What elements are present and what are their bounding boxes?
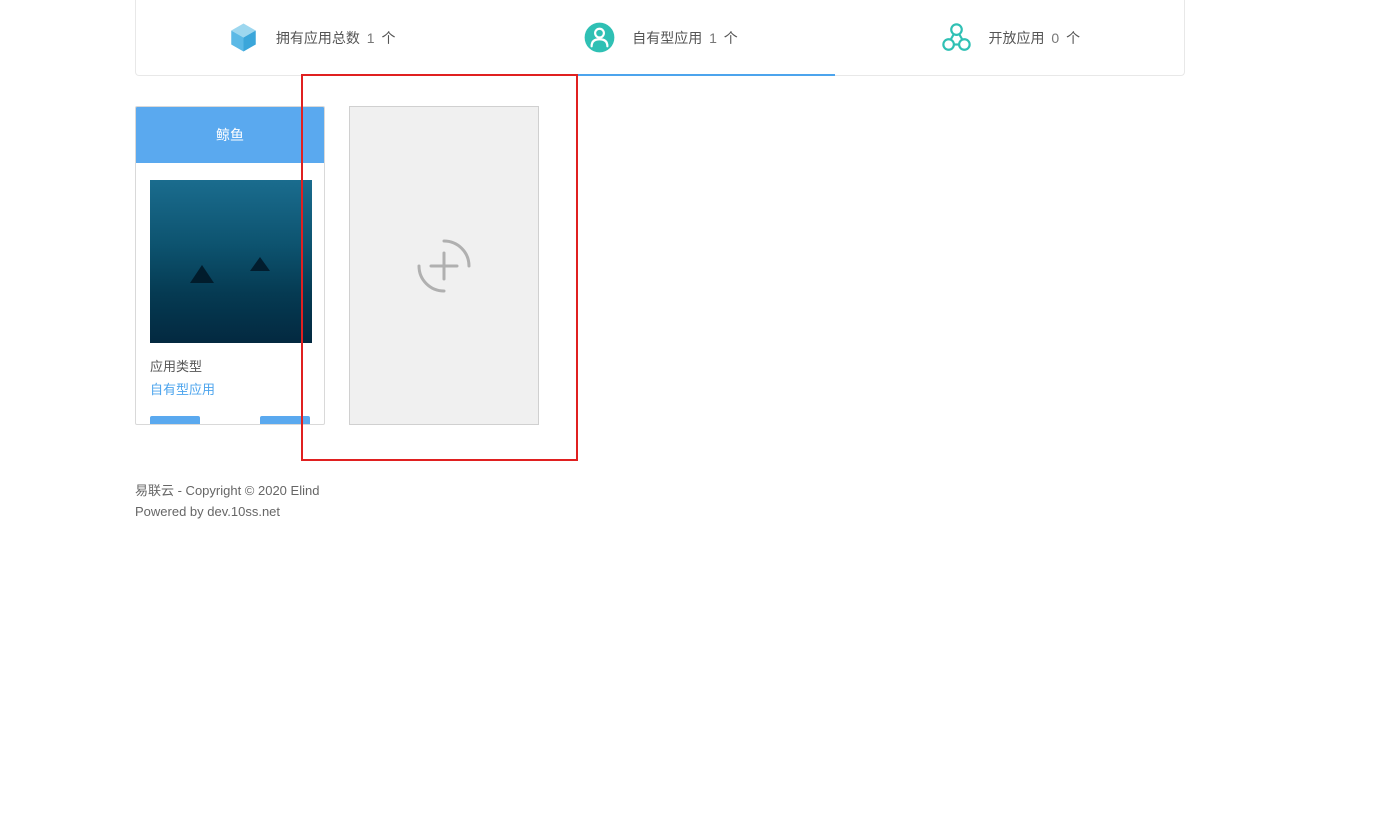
- stats-open-tab[interactable]: 开放应用 0 个: [835, 0, 1184, 75]
- app-thumbnail: [150, 180, 312, 343]
- app-card: 鲸鱼 应用类型 自有型应用 删除 查看: [135, 106, 325, 425]
- stats-owned-count: 1: [709, 30, 717, 46]
- stats-total-text: 拥有应用总数 1 个: [276, 28, 396, 48]
- nodes-icon: [939, 20, 974, 55]
- app-card-body: 应用类型 自有型应用 删除 查看: [136, 163, 324, 425]
- add-app-card[interactable]: [349, 106, 539, 425]
- stats-owned-prefix: 自有型应用: [632, 30, 702, 46]
- app-card-title: 鲸鱼: [136, 107, 324, 163]
- app-actions: 删除 查看: [150, 416, 310, 425]
- stats-owned-text: 自有型应用 1 个: [632, 28, 738, 48]
- cube-icon: [226, 20, 261, 55]
- app-meta-value: 自有型应用: [150, 379, 310, 398]
- user-icon: [582, 20, 617, 55]
- stats-open-suffix: 个: [1066, 30, 1080, 46]
- stats-bar: 拥有应用总数 1 个 自有型应用 1 个: [135, 0, 1185, 76]
- stats-owned-suffix: 个: [724, 30, 738, 46]
- view-button[interactable]: 查看: [260, 416, 310, 425]
- stats-total-tab[interactable]: 拥有应用总数 1 个: [136, 0, 485, 75]
- stats-total-count: 1: [367, 30, 375, 46]
- stats-open-text: 开放应用 0 个: [989, 28, 1081, 48]
- plus-icon: [415, 237, 473, 295]
- app-meta: 应用类型 自有型应用: [150, 356, 310, 398]
- cards-container: 鲸鱼 应用类型 自有型应用 删除 查看: [135, 106, 1383, 425]
- stats-open-prefix: 开放应用: [989, 30, 1045, 46]
- stats-open-count: 0: [1051, 30, 1059, 46]
- active-tab-underline: [485, 74, 834, 76]
- delete-button[interactable]: 删除: [150, 416, 200, 425]
- app-meta-label: 应用类型: [150, 356, 310, 375]
- footer: 易联云 - Copyright © 2020 Elind Powered by …: [135, 481, 1383, 523]
- stats-total-suffix: 个: [381, 30, 395, 46]
- stats-owned-tab[interactable]: 自有型应用 1 个: [485, 0, 834, 75]
- footer-powered: Powered by dev.10ss.net: [135, 502, 1383, 523]
- stats-total-prefix: 拥有应用总数: [276, 30, 360, 46]
- footer-copyright: 易联云 - Copyright © 2020 Elind: [135, 481, 1383, 502]
